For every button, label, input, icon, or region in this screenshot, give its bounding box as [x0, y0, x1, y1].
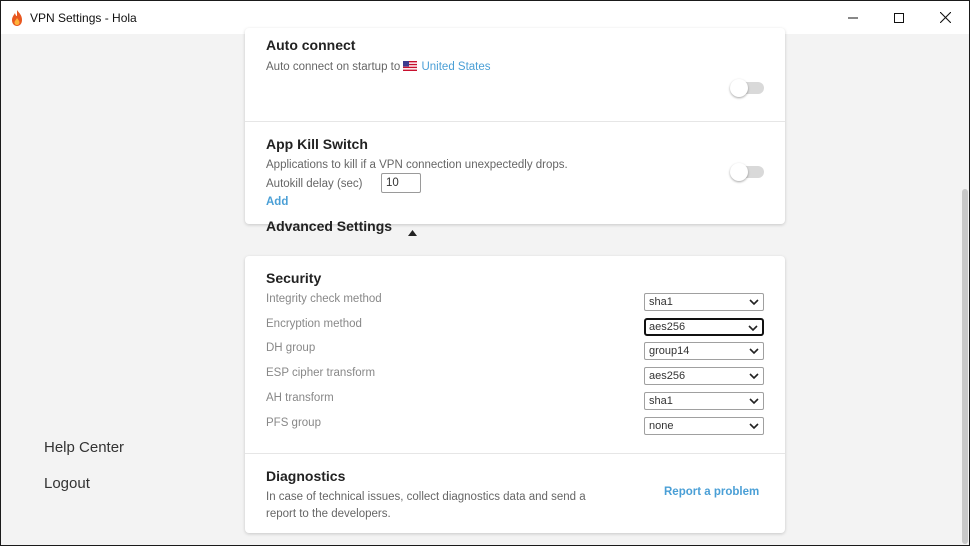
chevron-down-icon: [749, 421, 759, 433]
select-value: aes256: [649, 321, 686, 333]
security-row-label: ESP cipher transform: [266, 367, 376, 379]
security-select[interactable]: none: [644, 417, 764, 435]
help-center-link[interactable]: Help Center: [44, 439, 124, 456]
autokill-delay-input[interactable]: [381, 173, 421, 193]
add-app-link[interactable]: Add: [266, 196, 288, 208]
security-row-label: Encryption method: [266, 318, 362, 330]
close-button[interactable]: [922, 1, 968, 34]
divider: [245, 453, 785, 454]
chevron-down-icon: [749, 396, 759, 408]
kill-switch-description: Applications to kill if a VPN connection…: [266, 159, 568, 171]
chevron-down-icon: [749, 297, 759, 309]
maximize-button[interactable]: [876, 1, 922, 34]
security-title: Security: [266, 270, 322, 286]
security-select[interactable]: aes256: [644, 318, 764, 336]
security-select[interactable]: aes256: [644, 367, 764, 385]
chevron-down-icon: [749, 371, 759, 383]
us-flag-icon: [403, 61, 418, 71]
flame-icon: [9, 9, 25, 27]
security-row-label: DH group: [266, 342, 316, 354]
diagnostics-description-line2: report to the developers.: [266, 508, 391, 520]
divider: [245, 121, 785, 122]
country-link[interactable]: United States: [421, 61, 490, 73]
maximize-icon: [894, 12, 904, 23]
autokill-delay-label: Autokill delay (sec): [266, 178, 363, 190]
toggle-knob: [730, 79, 748, 97]
close-icon: [939, 12, 951, 23]
diagnostics-title: Diagnostics: [266, 468, 346, 484]
auto-connect-description: Auto connect on startup to United States: [266, 61, 491, 73]
kill-switch-title: App Kill Switch: [266, 136, 368, 152]
security-select[interactable]: group14: [644, 342, 764, 360]
diagnostics-description-line1: In case of technical issues, collect dia…: [266, 491, 586, 503]
report-problem-link[interactable]: Report a problem: [664, 486, 759, 498]
auto-connect-prefix: Auto connect on startup to: [266, 61, 401, 73]
select-value: aes256: [649, 370, 686, 382]
kill-switch-toggle[interactable]: [730, 163, 764, 181]
select-value: sha1: [649, 296, 673, 308]
advanced-settings-toggle[interactable]: Advanced Settings: [266, 218, 392, 234]
window-title: VPN Settings - Hola: [30, 11, 137, 25]
select-value: sha1: [649, 395, 673, 407]
chevron-down-icon: [749, 346, 759, 358]
security-row-label: AH transform: [266, 392, 334, 404]
auto-connect-toggle[interactable]: [730, 79, 764, 97]
minimize-button[interactable]: [830, 1, 876, 34]
settings-content: Help Center Logout Auto connect Auto con…: [1, 28, 969, 545]
select-value: none: [649, 420, 674, 432]
vertical-scrollbar[interactable]: [962, 189, 968, 544]
caret-up-icon[interactable]: [408, 223, 417, 241]
security-row-label: PFS group: [266, 417, 321, 429]
connection-settings-card: Auto connect Auto connect on startup to …: [245, 28, 785, 224]
minimize-icon: [848, 17, 858, 18]
logout-link[interactable]: Logout: [44, 475, 90, 492]
toggle-knob: [730, 163, 748, 181]
security-select[interactable]: sha1: [644, 293, 764, 311]
auto-connect-title: Auto connect: [266, 37, 356, 53]
chevron-down-icon: [748, 323, 758, 335]
select-value: group14: [649, 345, 690, 357]
advanced-settings-card: Security Integrity check method sha1 Encry…: [245, 256, 785, 533]
security-row-label: Integrity check method: [266, 293, 382, 305]
app-window: VPN Settings - Hola Help Center Logout A…: [0, 0, 970, 546]
security-select[interactable]: sha1: [644, 392, 764, 410]
